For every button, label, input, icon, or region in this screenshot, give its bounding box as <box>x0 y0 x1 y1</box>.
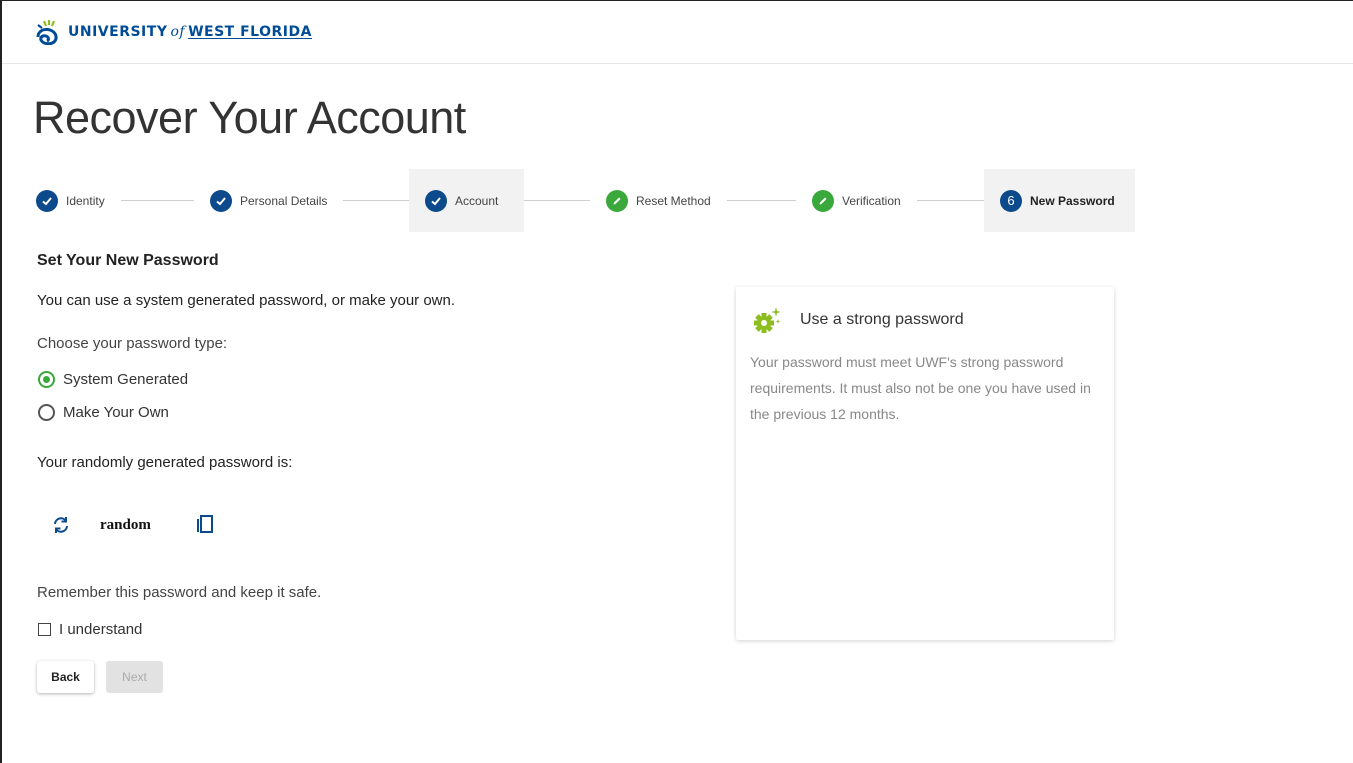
password-tip-card: Use a strong password Your password must… <box>736 287 1114 640</box>
check-icon <box>210 189 232 212</box>
next-button[interactable]: Next <box>106 661 163 693</box>
step-label: Verification <box>842 193 901 208</box>
step-label: Account <box>455 193 499 208</box>
step-verification[interactable]: Verification <box>796 169 917 232</box>
step-connector <box>912 200 984 201</box>
radio-system-generated[interactable]: System Generated <box>38 371 188 388</box>
card-body-text: Your password must meet UWF's strong pas… <box>750 354 1091 422</box>
step-connector <box>720 200 808 201</box>
step-label: Reset Method <box>636 193 711 208</box>
pencil-icon <box>812 189 834 212</box>
radio-make-your-own[interactable]: Make Your Own <box>38 404 169 421</box>
back-button[interactable]: Back <box>37 661 94 693</box>
generated-password-row: random <box>50 514 215 536</box>
radio-label: System Generated <box>63 371 189 388</box>
check-icon <box>425 189 447 212</box>
logo-of-text: of <box>170 24 186 40</box>
intro-text: You can use a system generated password,… <box>37 292 456 309</box>
step-identity[interactable]: Identity <box>20 169 121 232</box>
remember-text: Remember this password and keep it safe. <box>37 584 322 601</box>
check-icon <box>36 189 58 212</box>
nautilus-logo-icon <box>36 20 58 45</box>
logo-west-florida-text: WEST FLORIDA <box>188 24 312 40</box>
generated-password-label: Your randomly generated password is: <box>37 454 293 471</box>
logo-wordmark: UNIVERSITY of WEST FLORIDA <box>68 24 312 40</box>
radio-label: Make Your Own <box>63 404 169 421</box>
card-header: Use a strong password <box>752 305 964 335</box>
step-label: Identity <box>66 193 105 208</box>
step-connector <box>340 200 410 201</box>
pencil-icon <box>606 189 628 212</box>
step-personal-details[interactable]: Personal Details <box>194 169 344 232</box>
step-account[interactable]: Account <box>409 169 524 232</box>
step-label: Personal Details <box>240 193 328 208</box>
uwf-logo[interactable]: UNIVERSITY of WEST FLORIDA <box>34 19 312 45</box>
radio-button-checked[interactable] <box>38 371 55 388</box>
step-label: New Password <box>1030 193 1115 208</box>
radio-button[interactable] <box>38 404 55 421</box>
page-title: Recover Your Account <box>33 92 466 143</box>
card-title: Use a strong password <box>800 311 964 328</box>
understand-checkbox-row[interactable]: I understand <box>38 621 142 638</box>
understand-checkbox[interactable] <box>38 623 51 636</box>
progress-stepper: Identity Personal Details Account Reset … <box>20 169 1140 232</box>
generated-password-value: random <box>100 516 151 533</box>
step-reset-method[interactable]: Reset Method <box>590 169 727 232</box>
password-type-label: Choose your password type: <box>37 335 228 352</box>
refresh-icon[interactable] <box>50 514 72 536</box>
section-title: Set Your New Password <box>37 252 219 269</box>
checkbox-label: I understand <box>59 621 143 638</box>
copy-icon[interactable] <box>195 515 215 535</box>
gear-sparkle-icon <box>754 307 781 333</box>
step-number-badge: 6 <box>1000 189 1022 212</box>
logo-university-text: UNIVERSITY <box>68 24 168 40</box>
site-header: UNIVERSITY of WEST FLORIDA <box>2 1 1353 64</box>
step-new-password[interactable]: 6 New Password <box>984 169 1135 232</box>
